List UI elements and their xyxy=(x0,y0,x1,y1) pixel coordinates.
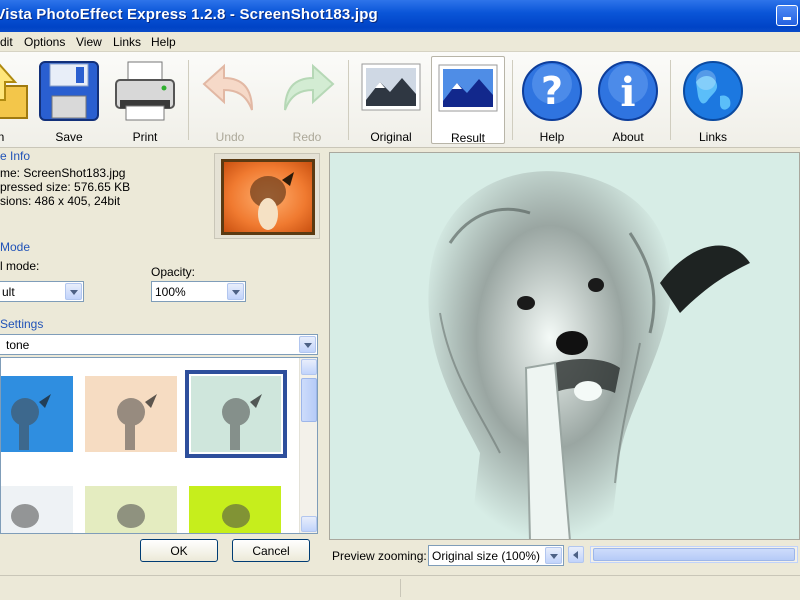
result-label: Result xyxy=(450,131,485,145)
scroll-down-button[interactable] xyxy=(301,516,317,532)
left-panel: e Info me: ScreenShot183.jpg pressed siz… xyxy=(0,149,326,575)
links-button[interactable]: Links xyxy=(676,56,750,144)
info-icon: i xyxy=(598,61,658,121)
scroll-up-button[interactable] xyxy=(301,359,317,375)
opacity-select[interactable]: 100% xyxy=(151,281,246,302)
dog-preview-image xyxy=(330,153,799,539)
undo-arrow-icon xyxy=(202,63,253,111)
print-label: Print xyxy=(132,130,158,144)
undo-button[interactable]: Undo xyxy=(193,56,267,144)
chevron-down-icon[interactable] xyxy=(227,283,244,300)
opacity-label: Opacity: xyxy=(151,265,196,279)
globe-icon xyxy=(683,61,743,121)
scroll-left-button[interactable] xyxy=(568,546,584,563)
original-button[interactable]: Original xyxy=(354,56,428,144)
status-bar xyxy=(0,575,800,600)
help-button[interactable]: ? Help xyxy=(515,56,589,144)
landscape-photo-blue-icon xyxy=(438,64,498,112)
ok-button[interactable]: OK xyxy=(140,539,218,562)
status-cell xyxy=(400,579,401,597)
original-thumbnail xyxy=(221,159,315,235)
image-name-line: me: ScreenShot183.jpg xyxy=(0,166,126,180)
preview-zoom-label: Preview zooming: xyxy=(332,549,427,563)
menu-options[interactable]: Options xyxy=(24,35,65,49)
window-title: nVista PhotoEffect Express 1.2.8 - Scree… xyxy=(0,6,378,23)
original-label: Original xyxy=(370,130,412,144)
undo-label: Undo xyxy=(215,130,245,144)
svg-text:i: i xyxy=(620,69,635,116)
printer-icon xyxy=(115,61,175,121)
links-label: Links xyxy=(698,130,727,144)
chevron-down-icon[interactable] xyxy=(65,283,82,300)
floppy-disk-icon xyxy=(39,61,99,121)
preview-zoom-value: Original size (100%) xyxy=(432,549,541,563)
result-button[interactable]: Result xyxy=(431,56,505,145)
redo-button[interactable]: Redo xyxy=(270,56,344,144)
blend-mode-value: ult xyxy=(2,285,15,299)
menu-bar: dit Options View Links Help xyxy=(0,32,800,52)
about-button[interactable]: i About xyxy=(591,56,665,144)
toolbar-separator xyxy=(670,60,671,140)
redo-label: Redo xyxy=(292,130,322,144)
chevron-left-icon xyxy=(573,551,578,559)
zoom-bar: Preview zooming: Original size (100%) xyxy=(326,541,800,571)
preset-gallery xyxy=(0,357,318,534)
svg-text:?: ? xyxy=(541,69,563,113)
cancel-button[interactable]: Cancel xyxy=(232,539,310,562)
preview-hscrollbar[interactable] xyxy=(590,546,798,563)
effect-select[interactable]: tone xyxy=(0,334,318,355)
scroll-thumb[interactable] xyxy=(301,378,317,422)
menu-help[interactable]: Help xyxy=(151,35,176,49)
toolbar-separator xyxy=(348,60,349,140)
toolbar-separator xyxy=(188,60,189,140)
blend-mode-label: l mode: xyxy=(0,259,40,273)
chevron-down-icon[interactable] xyxy=(299,336,316,353)
minimize-button[interactable] xyxy=(776,5,798,26)
image-size-line: pressed size: 576.65 KB xyxy=(0,180,131,194)
original-thumbnail-frame xyxy=(214,153,320,239)
title-bar: nVista PhotoEffect Express 1.2.8 - Scree… xyxy=(0,0,800,32)
chevron-down-icon[interactable] xyxy=(545,547,562,564)
gallery-scrollbar[interactable] xyxy=(299,358,317,533)
help-label: Help xyxy=(539,130,565,144)
menu-view[interactable]: View xyxy=(76,35,102,49)
opacity-value: 100% xyxy=(155,285,186,299)
image-dimensions-line: sions: 486 x 405, 24bit xyxy=(0,194,121,208)
settings-group-label: Settings xyxy=(0,317,44,331)
image-info-group-label: e Info xyxy=(0,149,31,163)
redo-arrow-icon xyxy=(284,63,335,111)
mode-group-label: Mode xyxy=(0,240,31,254)
preset-dog-icons xyxy=(11,394,262,528)
result-preview xyxy=(329,152,800,540)
menu-edit[interactable]: dit xyxy=(0,35,13,49)
blend-mode-select[interactable]: ult xyxy=(0,281,84,302)
save-button[interactable]: Save xyxy=(32,56,106,144)
dog-thumbnail-icon xyxy=(250,172,294,230)
preview-zoom-select[interactable]: Original size (100%) xyxy=(428,545,564,566)
landscape-photo-icon xyxy=(361,63,421,111)
about-label: About xyxy=(612,130,644,144)
print-button[interactable]: Print xyxy=(108,56,182,144)
menu-links[interactable]: Links xyxy=(113,35,141,49)
toolbar-separator xyxy=(512,60,513,140)
save-label: Save xyxy=(55,130,83,144)
hscroll-thumb[interactable] xyxy=(593,548,795,561)
effect-value: tone xyxy=(6,338,30,352)
toolbar: n Save Print Undo Redo Original Result ?… xyxy=(0,52,800,148)
question-mark-icon: ? xyxy=(522,61,582,121)
open-folder-icon xyxy=(0,63,28,119)
